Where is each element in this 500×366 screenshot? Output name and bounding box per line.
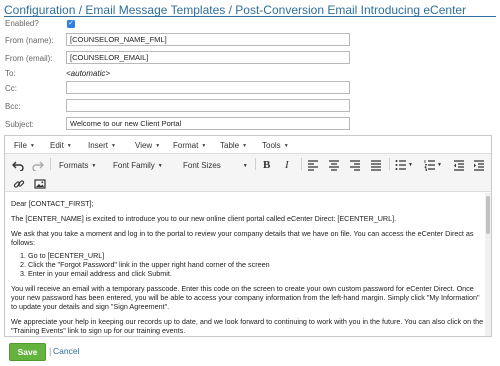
align-center-icon[interactable] <box>328 159 340 171</box>
redo-icon[interactable] <box>32 159 44 171</box>
cancel-link[interactable]: Cancel <box>53 346 79 356</box>
chevron-down-icon[interactable]: ▼ <box>437 162 442 168</box>
breadcrumb-separator: / <box>78 3 83 17</box>
menu-table-label: Table <box>220 141 240 150</box>
image-icon[interactable] <box>34 178 46 190</box>
email-paragraph: The [CENTER_NAME] is excited to introduc… <box>11 214 397 223</box>
email-greeting: Dear [CONTACT_FIRST]; <box>11 199 94 208</box>
breadcrumb-separator: / <box>228 3 232 17</box>
menu-tools-label: Tools <box>262 141 281 150</box>
check-icon: ✓ <box>68 20 74 27</box>
font-family-label: Font Family <box>113 161 155 170</box>
from-name-field[interactable] <box>66 33 350 46</box>
email-paragraph: We appreciate your help in keeping our r… <box>11 317 484 335</box>
chevron-down-icon: ▼ <box>111 143 116 149</box>
link-icon[interactable] <box>13 178 25 190</box>
toolbar-divider <box>301 158 302 170</box>
from-email-field[interactable] <box>66 51 350 64</box>
formats-dropdown[interactable]: Formats ▼ <box>59 161 96 170</box>
menu-file[interactable]: File ▼ <box>14 141 35 150</box>
menu-edit[interactable]: Edit ▼ <box>50 141 72 150</box>
font-sizes-dropdown[interactable]: Font Sizes ▼ <box>183 161 248 170</box>
enabled-checkbox[interactable]: ✓ <box>67 20 75 28</box>
save-button[interactable]: Save <box>9 343 46 361</box>
list-item: Go to [ECENTER_URL] <box>28 251 485 260</box>
email-steps-list: Go to [ECENTER_URL] Click the "Forgot Pa… <box>28 251 485 278</box>
font-family-dropdown[interactable]: Font Family ▼ <box>113 161 163 170</box>
cc-field[interactable] <box>66 81 350 94</box>
bullet-list-icon[interactable] <box>395 159 407 171</box>
menu-edit-label: Edit <box>50 141 64 150</box>
menu-view[interactable]: View ▼ <box>135 141 160 150</box>
enabled-label: Enabled? <box>5 19 39 28</box>
chevron-down-icon: ▼ <box>66 143 72 149</box>
subject-field[interactable] <box>66 117 350 130</box>
menu-format[interactable]: Format ▼ <box>173 141 206 150</box>
breadcrumb-item-email-templates[interactable]: Email Message Templates <box>85 3 225 17</box>
editor-menubar: File ▼ Edit ▼ Insert ▼ View ▼ Format ▼ Table ▼… <box>5 136 491 154</box>
formats-label: Formats <box>59 161 89 170</box>
email-paragraph: We ask that you take a moment and log in… <box>11 229 474 247</box>
rich-text-editor: File ▼ Edit ▼ Insert ▼ View ▼ Format ▼ Table ▼… <box>4 135 492 337</box>
align-right-icon[interactable] <box>349 159 361 171</box>
action-divider: | <box>49 346 52 356</box>
indent-icon[interactable] <box>473 159 485 171</box>
toolbar-divider <box>389 158 390 170</box>
list-item: Click the "Forgot Password" link in the … <box>28 260 485 269</box>
breadcrumb: Configuration / Email Message Templates … <box>4 3 466 17</box>
chevron-down-icon: ▼ <box>29 143 35 149</box>
chevron-down-icon: ▼ <box>201 143 207 149</box>
editor-toolbar: Formats ▼ Font Family ▼ Font Sizes ▼ B I ▼ … <box>5 154 491 192</box>
from-name-label: From (name): <box>5 36 54 45</box>
menu-table[interactable]: Table ▼ <box>220 141 247 150</box>
chevron-down-icon: ▼ <box>242 163 248 169</box>
breadcrumb-underline <box>4 16 496 17</box>
outdent-icon[interactable] <box>453 159 465 171</box>
bcc-field[interactable] <box>66 99 350 112</box>
italic-icon[interactable]: I <box>285 159 289 171</box>
bold-icon[interactable]: B <box>263 159 270 171</box>
subject-label: Subject: <box>5 120 34 129</box>
menu-file-label: File <box>14 141 27 150</box>
to-value: <automatic> <box>66 69 111 78</box>
menu-view-label: View <box>135 141 153 150</box>
breadcrumb-item-current: Post-Conversion Email Introducing eCente… <box>235 3 467 17</box>
list-item: Enter in your email address and click Su… <box>28 269 485 278</box>
menu-tools[interactable]: Tools ▼ <box>262 141 289 150</box>
chevron-down-icon[interactable]: ▼ <box>408 162 413 168</box>
undo-icon[interactable] <box>12 159 24 171</box>
cc-label: Cc: <box>5 84 17 93</box>
breadcrumb-item-configuration[interactable]: Configuration <box>4 3 75 17</box>
from-email-label: From (email): <box>5 54 53 63</box>
menu-format-label: Format <box>173 141 199 150</box>
font-sizes-label: Font Sizes <box>183 161 221 170</box>
chevron-down-icon: ▼ <box>157 163 163 169</box>
chevron-down-icon: ▼ <box>242 143 248 149</box>
chevron-down-icon: ▼ <box>91 163 97 169</box>
numbered-list-icon[interactable] <box>424 159 436 171</box>
chevron-down-icon: ▼ <box>283 143 289 149</box>
align-justify-icon[interactable] <box>370 159 382 171</box>
bcc-label: Bcc: <box>5 102 21 111</box>
to-label: To: <box>5 69 16 78</box>
chevron-down-icon: ▼ <box>155 143 161 149</box>
email-paragraph: You will receive an email with a tempora… <box>11 284 480 311</box>
toolbar-divider <box>255 158 256 170</box>
align-left-icon[interactable] <box>307 159 319 171</box>
editor-content[interactable]: Dear [CONTACT_FIRST]; The [CENTER_NAME] … <box>5 193 491 336</box>
toolbar-divider <box>50 158 51 170</box>
editor-scrollbar-thumb[interactable] <box>486 196 490 234</box>
menu-insert-label: Insert <box>88 141 109 150</box>
menu-insert[interactable]: Insert ▼ <box>88 141 116 150</box>
